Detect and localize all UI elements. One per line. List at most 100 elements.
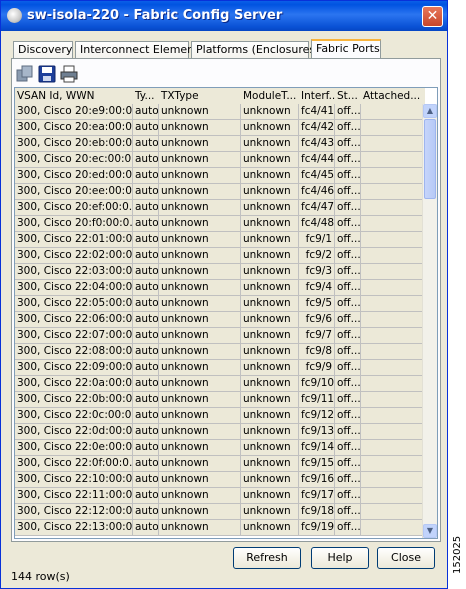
cell-txtype: unknown xyxy=(159,216,241,232)
cell-interface: fc9/9 xyxy=(299,360,335,376)
table-row[interactable]: 300, Cisco 22:0e:00:0... auto unknown unkno… xyxy=(15,440,425,456)
cell-attached xyxy=(361,376,425,392)
cell-type: auto xyxy=(133,472,159,488)
close-button[interactable]: Close xyxy=(377,547,435,569)
cell-txtype: unknown xyxy=(159,360,241,376)
cell-moduletype: unknown xyxy=(241,152,299,168)
cell-interface: fc9/16 xyxy=(299,472,335,488)
cell-txtype: unknown xyxy=(159,168,241,184)
print-icon[interactable] xyxy=(60,65,78,83)
save-icon[interactable] xyxy=(38,65,56,83)
cell-interface: fc4/44 xyxy=(299,152,335,168)
vertical-scrollbar[interactable]: ▲ ▼ xyxy=(422,104,437,538)
cell-status: off... xyxy=(335,232,361,248)
cell-vsan-wwn: 300, Cisco 22:06:00:0... xyxy=(15,312,133,328)
table-row[interactable]: 300, Cisco 22:09:00:0... auto unknown unkno… xyxy=(15,360,425,376)
table-row[interactable]: 300, Cisco 20:ec:00:0... auto unknown unkno… xyxy=(15,152,425,168)
title-bar[interactable]: sw-isola-220 - Fabric Config Server ✕ xyxy=(1,1,447,31)
column-header-txtype[interactable]: TXType xyxy=(159,88,241,104)
table-row[interactable]: 300, Cisco 22:11:00:0... auto unknown unkno… xyxy=(15,488,425,504)
cell-status: off... xyxy=(335,104,361,120)
cell-txtype: unknown xyxy=(159,184,241,200)
cell-status: off... xyxy=(335,168,361,184)
cell-interface: fc4/46 xyxy=(299,184,335,200)
cell-status: off... xyxy=(335,424,361,440)
table-row[interactable]: 300, Cisco 22:06:00:0... auto unknown unkno… xyxy=(15,312,425,328)
close-window-button[interactable]: ✕ xyxy=(422,6,443,27)
cell-attached xyxy=(361,456,425,472)
column-header-vsan-wwn[interactable]: VSAN Id, WWN xyxy=(15,88,133,104)
scroll-down-button[interactable]: ▼ xyxy=(423,524,437,538)
app-window: sw-isola-220 - Fabric Config Server ✕ Di… xyxy=(0,0,448,589)
cell-moduletype: unknown xyxy=(241,232,299,248)
table-row[interactable]: 300, Cisco 22:0d:00:0... auto unknown unkno… xyxy=(15,424,425,440)
cell-type: auto xyxy=(133,504,159,520)
table-row[interactable]: 300, Cisco 20:eb:00:0... auto unknown unkno… xyxy=(15,136,425,152)
help-button[interactable]: Help xyxy=(311,547,369,569)
table-row[interactable]: 300, Cisco 22:01:00:0... auto unknown unkno… xyxy=(15,232,425,248)
cell-txtype: unknown xyxy=(159,280,241,296)
column-header-attached[interactable]: Attached... xyxy=(361,88,425,104)
cell-attached xyxy=(361,504,425,520)
cell-vsan-wwn: 300, Cisco 22:02:00:0... xyxy=(15,248,133,264)
table-row[interactable]: 300, Cisco 22:02:00:0... auto unknown unkno… xyxy=(15,248,425,264)
cell-attached xyxy=(361,248,425,264)
cell-interface: fc9/19 xyxy=(299,520,335,536)
tab-platforms-enclosures[interactable]: Platforms (Enclosures) xyxy=(191,41,319,58)
table-row[interactable]: 300, Cisco 20:e9:00:0... auto unknown unkno… xyxy=(15,104,425,120)
cell-interface: fc9/8 xyxy=(299,344,335,360)
cell-interface: fc9/10 xyxy=(299,376,335,392)
cell-status: off... xyxy=(335,360,361,376)
table-row[interactable]: 300, Cisco 22:13:00:0... auto unknown unkno… xyxy=(15,520,425,536)
cell-status: off... xyxy=(335,264,361,280)
cell-interface: fc9/14 xyxy=(299,440,335,456)
table-row[interactable]: 300, Cisco 20:ef:00:0... auto unknown unkno… xyxy=(15,200,425,216)
cell-moduletype: unknown xyxy=(241,504,299,520)
table-row[interactable]: 300, Cisco 22:10:00:0... auto unknown unkno… xyxy=(15,472,425,488)
table-row[interactable]: 300, Cisco 22:05:00:0... auto unknown unkno… xyxy=(15,296,425,312)
table-row[interactable]: 300, Cisco 22:08:00:0... auto unknown unkno… xyxy=(15,344,425,360)
cell-type: auto xyxy=(133,520,159,536)
cell-vsan-wwn: 300, Cisco 22:03:00:0... xyxy=(15,264,133,280)
cell-status: off... xyxy=(335,440,361,456)
table-row[interactable]: 300, Cisco 22:03:00:0... auto unknown unkno… xyxy=(15,264,425,280)
table-row[interactable]: 300, Cisco 20:ea:00:0... auto unknown unkno… xyxy=(15,120,425,136)
cell-vsan-wwn: 300, Cisco 22:04:00:0... xyxy=(15,280,133,296)
cell-status: off... xyxy=(335,408,361,424)
table-row[interactable]: 300, Cisco 22:0a:00:0... auto unknown unkno… xyxy=(15,376,425,392)
table-row[interactable]: 300, Cisco 22:04:00:0... auto unknown unkno… xyxy=(15,280,425,296)
tab-label: Discovery xyxy=(18,43,73,56)
table-row[interactable]: 300, Cisco 20:ee:00:0... auto unknown unkno… xyxy=(15,184,425,200)
refresh-button[interactable]: Refresh xyxy=(233,547,301,569)
cell-status: off... xyxy=(335,328,361,344)
table-row[interactable]: 300, Cisco 22:0b:00:0... auto unknown unkno… xyxy=(15,392,425,408)
scroll-thumb[interactable] xyxy=(424,119,436,199)
table-row[interactable]: 300, Cisco 22:07:00:0... auto unknown unkno… xyxy=(15,328,425,344)
table-row[interactable]: 300, Cisco 20:ed:00:0... auto unknown unkno… xyxy=(15,168,425,184)
table-row[interactable]: 300, Cisco 22:0c:00:0... auto unknown unkno… xyxy=(15,408,425,424)
column-header-status[interactable]: St... xyxy=(335,88,361,104)
cell-attached xyxy=(361,200,425,216)
table-row[interactable]: 300, Cisco 22:12:00:0... auto unknown unkno… xyxy=(15,504,425,520)
cell-status: off... xyxy=(335,392,361,408)
tab-fabric-ports[interactable]: Fabric Ports xyxy=(311,39,381,59)
copy-icon[interactable] xyxy=(16,65,34,83)
cell-moduletype: unknown xyxy=(241,168,299,184)
column-header-type[interactable]: Ty... xyxy=(133,88,159,104)
cell-interface: fc4/42 xyxy=(299,120,335,136)
cell-type: auto xyxy=(133,184,159,200)
tab-interconnect-elements[interactable]: Interconnect Elements xyxy=(75,41,204,58)
table-row[interactable]: 300, Cisco 22:0f:00:0... auto unknown unkno… xyxy=(15,456,425,472)
cell-vsan-wwn: 300, Cisco 20:eb:00:0... xyxy=(15,136,133,152)
cell-status: off... xyxy=(335,136,361,152)
tab-discovery[interactable]: Discovery xyxy=(13,41,73,58)
cell-interface: fc9/4 xyxy=(299,280,335,296)
cell-vsan-wwn: 300, Cisco 20:e9:00:0... xyxy=(15,104,133,120)
cell-attached xyxy=(361,264,425,280)
scroll-up-button[interactable]: ▲ xyxy=(423,104,437,118)
table-row[interactable]: 300, Cisco 20:f0:00:0... auto unknown unkno… xyxy=(15,216,425,232)
column-header-moduletype[interactable]: ModuleT... xyxy=(241,88,299,104)
column-header-interface[interactable]: Interf... xyxy=(299,88,335,104)
cell-type: auto xyxy=(133,168,159,184)
cell-vsan-wwn: 300, Cisco 22:0f:00:0... xyxy=(15,456,133,472)
